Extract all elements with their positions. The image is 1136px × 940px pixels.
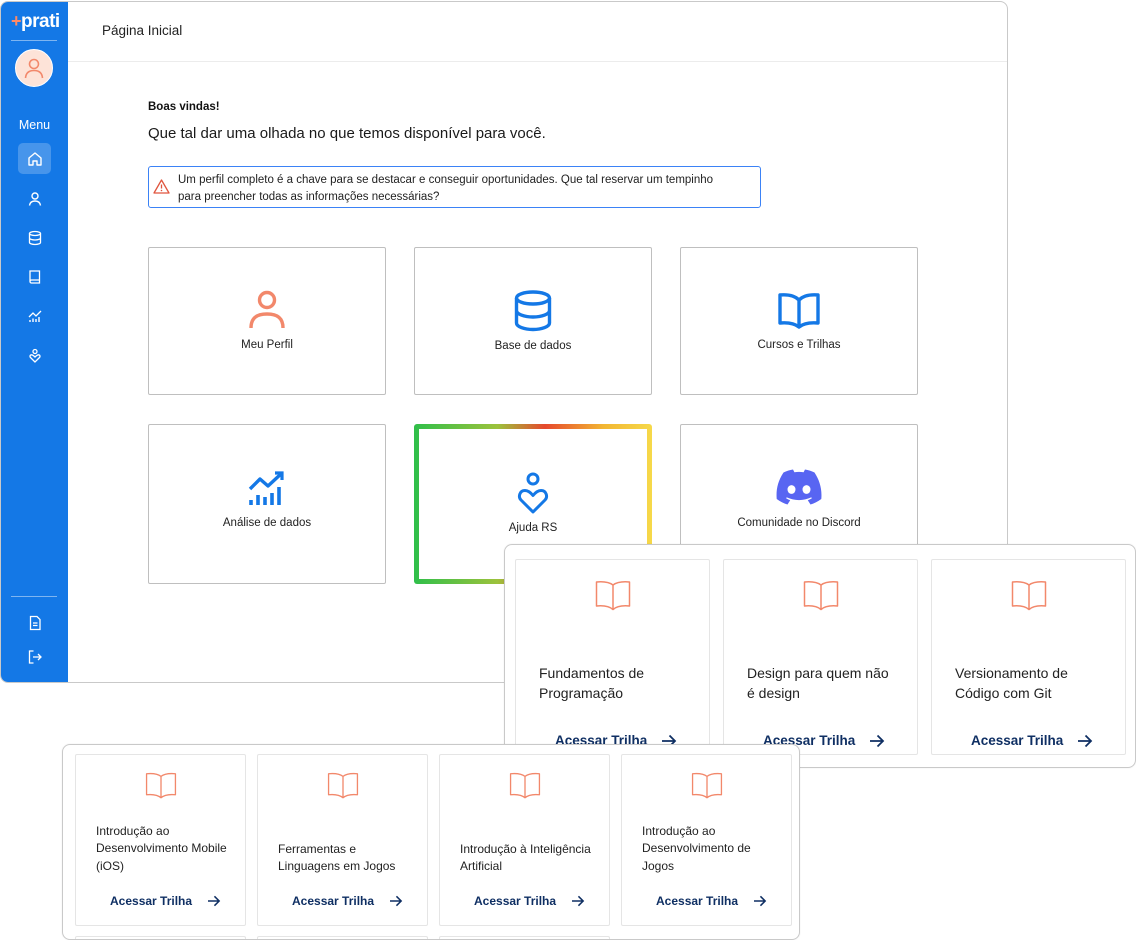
trail-card[interactable]: Design para quem não é design Acessar Tr… <box>723 559 918 755</box>
avatar-user-icon <box>24 58 44 79</box>
database-icon <box>514 290 552 332</box>
book-open-icon <box>327 772 358 799</box>
profile-alert[interactable]: Um perfil completo é a chave para se des… <box>148 166 761 208</box>
book-icon <box>28 269 40 284</box>
card-label: Base de dados <box>494 340 572 352</box>
arrow-right-icon <box>754 895 767 907</box>
trail-card[interactable]: Versionamento de Código com Git Acessar … <box>931 559 1126 755</box>
book-open-icon <box>691 772 722 799</box>
book-open-icon <box>509 772 540 799</box>
arrow-right-icon <box>208 895 221 907</box>
card-analise-dados[interactable]: Análise de dados <box>148 424 386 584</box>
access-trail-link[interactable]: Acessar Trilha <box>474 894 585 908</box>
heart-hand-icon <box>28 348 41 363</box>
header: Página Inicial <box>68 2 1007 62</box>
book-open-icon <box>595 581 630 611</box>
sidebar-divider <box>11 40 57 41</box>
trail-card-partial <box>75 936 246 939</box>
trail-card-partial <box>439 936 610 939</box>
sidebar-item-courses[interactable] <box>18 261 51 292</box>
sidebar-item-analytics[interactable] <box>18 300 51 331</box>
database-icon <box>28 230 41 245</box>
page-title: Página Inicial <box>102 23 183 38</box>
arrow-right-icon <box>1078 734 1093 747</box>
book-open-icon <box>778 293 820 329</box>
card-meu-perfil[interactable]: Meu Perfil <box>148 247 386 395</box>
arrow-right-icon <box>390 895 403 907</box>
access-trail-link[interactable]: Acessar Trilha <box>656 894 767 908</box>
link-label: Acessar Trilha <box>656 894 739 908</box>
welcome-greeting: Boas vindas! <box>148 101 220 113</box>
welcome-subtitle: Que tal dar uma olhada no que temos disp… <box>148 125 546 142</box>
trail-card[interactable]: Fundamentos de Programação Acessar Trilh… <box>515 559 710 755</box>
card-base-de-dados[interactable]: Base de dados <box>414 247 652 395</box>
book-open-icon <box>803 581 838 611</box>
sidebar-item-home[interactable] <box>18 143 51 174</box>
arrow-right-icon <box>572 895 585 907</box>
trail-card[interactable]: Introdução ao Desenvolvimento de Jogos A… <box>621 754 792 926</box>
access-trail-link[interactable]: Acessar Trilha <box>971 733 1093 748</box>
analytics-icon <box>248 471 284 505</box>
trails-panel-bottom: Introdução ao Desenvolvimento Mobile (iO… <box>62 744 800 940</box>
alert-text: Um perfil completo é a chave para se des… <box>178 174 714 203</box>
logo-text: prati <box>21 11 60 32</box>
sidebar-item-documents[interactable] <box>18 607 51 638</box>
user-icon <box>249 290 285 329</box>
trail-card[interactable]: Introdução à Inteligência Artificial Ace… <box>439 754 610 926</box>
trail-title: Fundamentos de Programação <box>539 665 645 701</box>
card-label: Ajuda RS <box>508 522 558 534</box>
trail-card[interactable]: Ferramentas e Linguagens em Jogos Acessa… <box>257 754 428 926</box>
book-open-icon <box>1011 581 1046 611</box>
access-trail-link[interactable]: Acessar Trilha <box>292 894 403 908</box>
trail-title: Ferramentas e Linguagens em Jogos <box>278 842 396 874</box>
avatar[interactable] <box>15 49 53 87</box>
trail-card-partial <box>257 936 428 939</box>
discord-icon <box>776 469 822 505</box>
link-label: Acessar Trilha <box>110 894 193 908</box>
logout-icon <box>28 649 42 664</box>
menu-label: Menu <box>18 118 51 132</box>
book-open-icon <box>145 772 176 799</box>
card-label: Comunidade no Discord <box>737 517 861 529</box>
access-trail-link[interactable]: Acessar Trilha <box>110 894 221 908</box>
trail-title: Introdução ao Desenvolvimento Mobile (iO… <box>96 824 227 873</box>
document-icon <box>29 615 41 630</box>
user-icon <box>28 191 41 206</box>
link-label: Acessar Trilha <box>971 733 1064 748</box>
trail-title: Design para quem não é design <box>747 665 889 701</box>
warning-icon <box>153 179 170 199</box>
heart-hand-icon <box>517 472 549 514</box>
sidebar-divider-bottom <box>11 596 57 597</box>
link-label: Acessar Trilha <box>474 894 557 908</box>
card-label: Cursos e Trilhas <box>757 339 841 351</box>
home-icon <box>27 151 42 166</box>
logo[interactable]: +prati <box>11 11 60 33</box>
link-label: Acessar Trilha <box>292 894 375 908</box>
trail-title: Introdução à Inteligência Artificial <box>460 842 591 874</box>
analytics-icon <box>28 310 41 322</box>
sidebar-item-help[interactable] <box>18 340 51 371</box>
sidebar-item-logout[interactable] <box>18 641 51 672</box>
trail-card[interactable]: Introdução ao Desenvolvimento Mobile (iO… <box>75 754 246 926</box>
sidebar-item-profile[interactable] <box>18 183 51 214</box>
trail-title: Introdução ao Desenvolvimento de Jogos <box>642 824 751 873</box>
card-label: Análise de dados <box>222 517 312 529</box>
trail-title: Versionamento de Código com Git <box>955 665 1068 701</box>
sidebar-item-database[interactable] <box>18 222 51 253</box>
arrow-right-icon <box>870 734 885 747</box>
card-label: Meu Perfil <box>241 339 293 351</box>
sidebar: +prati Menu <box>1 2 68 682</box>
trails-panel-top: Fundamentos de Programação Acessar Trilh… <box>504 544 1136 768</box>
card-cursos-trilhas[interactable]: Cursos e Trilhas <box>680 247 918 395</box>
